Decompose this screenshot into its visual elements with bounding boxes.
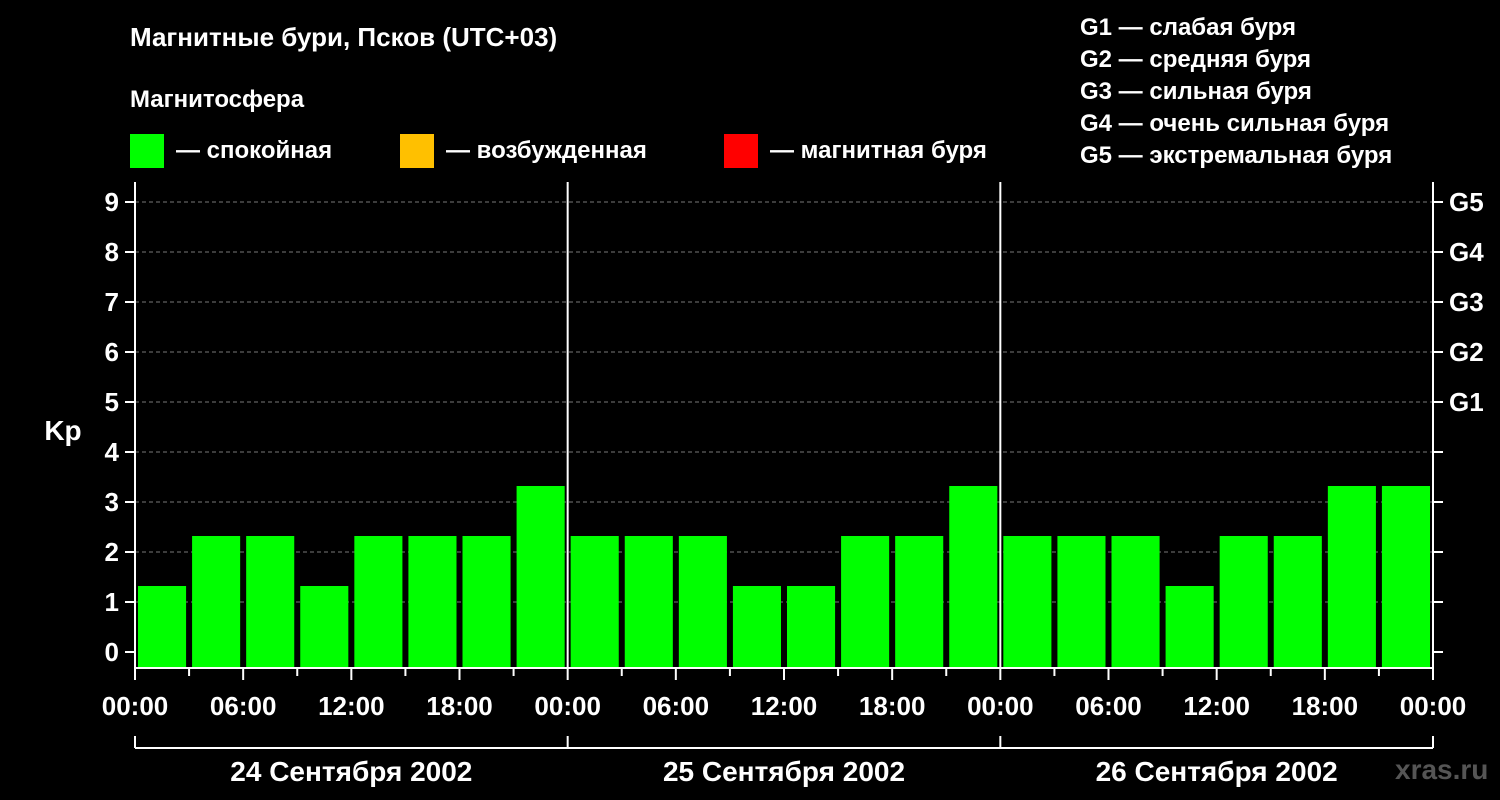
kp-bar	[895, 536, 944, 668]
x-tick-label: 06:00	[210, 691, 277, 721]
kp-bar	[1381, 486, 1430, 668]
kp-bar	[516, 486, 565, 668]
y-tick-label: 6	[105, 337, 119, 367]
kp-bar	[678, 536, 727, 668]
g-scale-label: G3	[1449, 287, 1484, 317]
day-label: 24 Сентября 2002	[230, 756, 472, 787]
kp-bar	[1111, 536, 1160, 668]
kp-bar	[354, 536, 403, 668]
kp-bar	[192, 536, 241, 668]
x-tick-label: 18:00	[1292, 691, 1359, 721]
kp-bar-chart: 0 1 2 3 4 5 6 7 8 9 G1 G2 G3 G4 G5 Kp 00:00 06:00 12:00 18:…	[44, 182, 1484, 787]
kp-bar	[949, 486, 998, 668]
x-tick-label: 06:00	[1075, 691, 1142, 721]
g-scale-label: G4	[1449, 237, 1484, 267]
g-scale-label: G1	[1449, 387, 1484, 417]
kp-bar	[570, 536, 619, 668]
kp-bar	[138, 586, 187, 668]
kp-bar	[624, 536, 673, 668]
kp-bar	[408, 536, 457, 668]
x-tick-label: 00:00	[1400, 691, 1467, 721]
y-tick-label: 8	[105, 237, 119, 267]
day-label: 25 Сентября 2002	[663, 756, 905, 787]
x-tick-label: 12:00	[318, 691, 385, 721]
x-tick-label: 18:00	[859, 691, 926, 721]
y-tick-label: 1	[105, 587, 119, 617]
x-tick-label: 18:00	[426, 691, 493, 721]
y-tick-label: 5	[105, 387, 119, 417]
kp-bar	[841, 536, 890, 668]
kp-bar	[1273, 536, 1322, 668]
kp-bar	[1219, 536, 1268, 668]
x-tick-label: 00:00	[534, 691, 601, 721]
x-tick-label: 00:00	[967, 691, 1034, 721]
x-tick-label: 00:00	[102, 691, 169, 721]
kp-bar	[1327, 486, 1376, 668]
kp-bar	[1165, 586, 1214, 668]
y-tick-label: 3	[105, 487, 119, 517]
x-tick-label: 06:00	[643, 691, 710, 721]
kp-bar	[462, 536, 511, 668]
kp-bar	[1057, 536, 1106, 668]
kp-bar	[732, 586, 781, 668]
kp-bar	[787, 586, 836, 668]
x-tick-label: 12:00	[751, 691, 818, 721]
y-tick-label: 7	[105, 287, 119, 317]
y-tick-label: 2	[105, 537, 119, 567]
g-scale-label: G2	[1449, 337, 1484, 367]
watermark: xras.ru	[1395, 754, 1489, 785]
x-tick-label: 12:00	[1183, 691, 1250, 721]
y-tick-label: 4	[105, 437, 120, 467]
kp-bar	[300, 586, 349, 668]
day-label: 26 Сентября 2002	[1096, 756, 1338, 787]
kp-bar	[246, 536, 295, 668]
g-scale-label: G5	[1449, 187, 1484, 217]
y-axis-label: Kp	[44, 415, 81, 446]
y-tick-label: 0	[105, 637, 119, 667]
kp-bar	[1003, 536, 1052, 668]
y-tick-label: 9	[105, 187, 119, 217]
